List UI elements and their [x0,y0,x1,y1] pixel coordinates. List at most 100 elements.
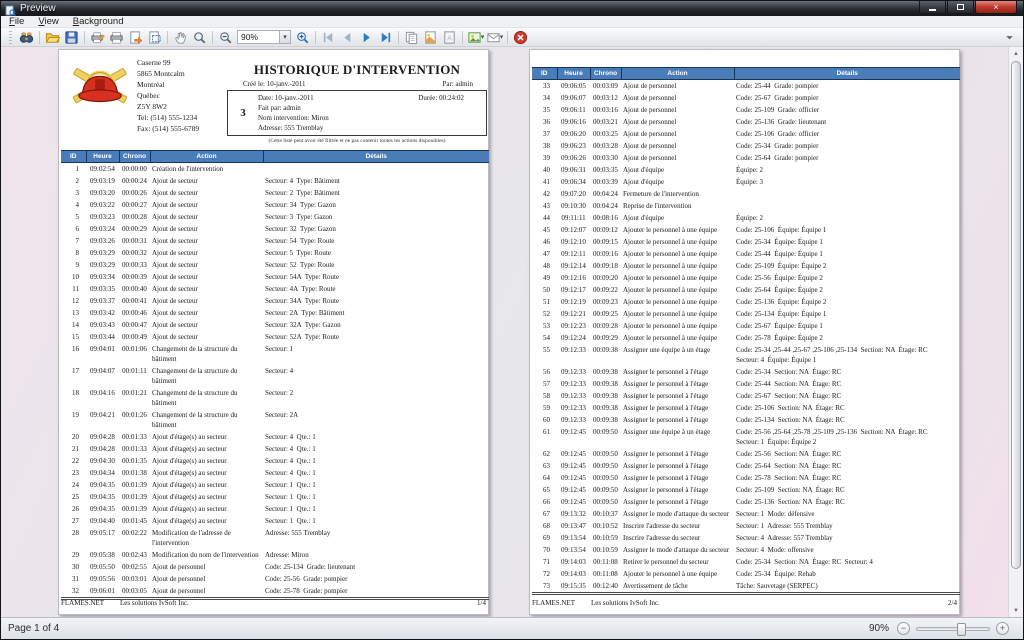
row-action: Assigner le personnel à l'étage [621,366,734,378]
table-row: 7209:14:0300:11:08Ajouter le personnel à… [532,568,960,580]
overflow-button[interactable] [1000,29,1019,46]
row-details: Code: 25-134 Section: NA Étage: RC [734,414,960,426]
row-chrono: 00:03:16 [590,104,621,116]
print-setup-button[interactable] [88,29,107,46]
row-action: Création de l'intervention [150,163,263,176]
stop-button[interactable] [511,29,530,46]
table-row: 2109:04:2800:01:33Ajout d'étage(s) au se… [61,443,489,455]
row-chrono: 00:02:43 [119,549,150,561]
row-heure: 09:04:21 [86,409,119,431]
print-setup-icon [90,30,105,45]
image-export-button[interactable]: ▾ [466,29,485,46]
row-id: 43 [532,200,557,212]
row-id: 45 [532,224,557,236]
scroll-down-icon[interactable]: ▼ [1009,604,1023,617]
zoom-slider-track[interactable] [916,627,990,631]
row-id: 10 [61,271,86,283]
hand-button[interactable] [171,29,190,46]
row-action: Ajout de personnel [150,573,263,585]
close-icon: × [993,3,998,12]
print-button[interactable] [107,29,126,46]
table-row: 5509:12:3300:09:38Assigner une équipe à … [532,344,960,366]
row-action: Assigner le personnel à l'étage [621,378,734,390]
column-header: Détails [734,68,960,80]
zoom-out-button[interactable]: − [897,622,910,635]
dropdown-caret-icon: ▾ [500,33,504,41]
row-details: Secteur: 4 Qte.: 1 [263,467,489,479]
row-chrono: 00:10:59 [590,544,621,556]
toolbar-separator [167,31,168,44]
menu-view[interactable]: View [38,16,58,27]
zoom-slider-thumb[interactable] [957,623,966,636]
row-details: Tâche: Sauvetage (SERPEC) [734,580,960,594]
column-header: Action [150,151,263,163]
zoom-slider-group: 90% − + [869,622,1009,635]
menu-background[interactable]: Background [73,16,124,27]
row-heure: 09:12:45 [557,448,590,460]
close-button[interactable]: × [975,1,1017,14]
watermark-button[interactable]: A [440,29,459,46]
save-button[interactable] [62,29,81,46]
row-heure: 09:03:20 [86,187,119,199]
row-details: Secteur: 2 [263,387,489,409]
row-chrono: 00:09:22 [590,284,621,296]
row-details: Code: 25-134 Grade: lieutenant [263,561,489,573]
intervention-number: 3 [228,93,258,133]
nav-next-button[interactable] [357,29,376,46]
table-row: 5009:12:1700:09:22Ajouter le personnel à… [532,284,960,296]
station-city: Montréal [137,79,199,90]
open-icon [45,30,60,45]
nav-prev-button[interactable] [338,29,357,46]
row-chrono: 00:09:20 [590,272,621,284]
mail-button[interactable]: ▾ [485,29,504,46]
row-action: Assigner une équipe à un étage [621,344,734,366]
table-row: 6609:12:4500:09:50Assigner le personnel … [532,496,960,508]
zoom-in-button[interactable] [293,29,312,46]
zoom-out-button[interactable] [216,29,235,46]
row-chrono: 00:01:06 [119,343,150,365]
zoom-level-combo[interactable]: 90%▾ [237,30,291,44]
combo-dropdown-icon[interactable]: ▾ [279,31,290,43]
open-button[interactable] [43,29,62,46]
table-row: 7109:14:0300:11:08Retirer le personnel d… [532,556,960,568]
minimize-button[interactable] [919,1,946,14]
row-details: Code: 25-67 Équipe: Équipe 1 [734,320,960,332]
row-id: 33 [532,80,557,93]
vertical-scrollbar[interactable]: ▲ ▼ [1008,47,1023,617]
zoom-in-button[interactable]: + [996,622,1009,635]
page-footer: FLAMES.NET Les solutions IvSoft Inc. 1/4 [61,599,486,607]
menu-file[interactable]: File [9,16,24,27]
row-chrono: 00:10:59 [590,532,621,544]
row-heure: 09:04:28 [86,431,119,443]
row-action: Ajouter le personnel à une équipe [621,568,734,580]
title-bar[interactable]: Preview × [1,1,1023,16]
row-id: 67 [532,508,557,520]
row-action: Assigner le personnel à l'étage [621,414,734,426]
row-id: 4 [61,199,86,211]
find-button[interactable] [17,29,36,46]
scroll-up-icon[interactable]: ▲ [1009,47,1023,60]
export-page-button[interactable] [126,29,145,46]
report-page-1: Caserne 99 5865 Montcalm Montréal Québec… [58,49,489,615]
history-table-page2: IDHeureChronoActionDétails3309:06:0500:0… [532,67,960,595]
row-chrono: 00:03:12 [590,92,621,104]
page-background-button[interactable] [421,29,440,46]
row-chrono: 00:09:18 [590,260,621,272]
scrollbar-thumb[interactable] [1011,61,1021,569]
snapshot-button[interactable] [145,29,164,46]
row-id: 38 [532,140,557,152]
row-id: 32 [61,585,86,599]
row-action: Ajout d'étage(s) au secteur [150,467,263,479]
table-row: 3309:06:0500:03:09Ajout de personnelCode… [532,80,960,93]
row-id: 30 [61,561,86,573]
multi-page-button[interactable] [402,29,421,46]
magnifier-button[interactable] [190,29,209,46]
row-details: Secteur: 4 Qte.: 1 [263,431,489,443]
nav-last-button[interactable] [376,29,395,46]
row-heure: 09:03:23 [86,211,119,223]
row-heure: 09:13:54 [557,532,590,544]
row-chrono: 00:03:01 [119,573,150,585]
nav-first-button[interactable] [319,29,338,46]
footer-page-number: 1/4 [477,599,486,607]
maximize-button[interactable] [947,1,974,14]
